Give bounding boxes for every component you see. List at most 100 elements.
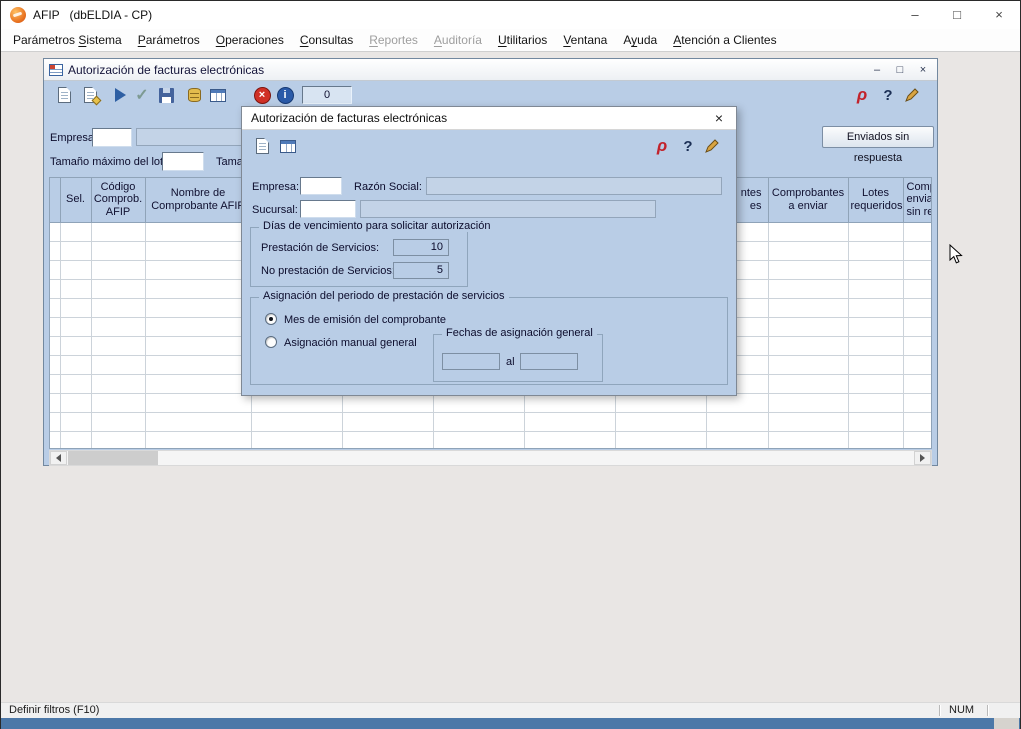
grid-cell — [50, 279, 60, 298]
grid-col-enviados[interactable]: Comproba enviado sin respu — [903, 178, 932, 222]
grid-cell — [768, 222, 848, 241]
grid-cell — [60, 260, 91, 279]
grid-cell — [342, 412, 433, 431]
child-minimize-button[interactable]: – — [868, 64, 886, 76]
empresa-label: Empresa: — [50, 132, 97, 144]
dialog-empresa-input[interactable] — [300, 177, 342, 195]
child-title-bar[interactable]: Autorización de facturas electrónicas – … — [44, 59, 937, 81]
dialog-field-edit-button[interactable] — [700, 134, 724, 158]
grid-cell — [91, 298, 145, 317]
grid-cell — [60, 431, 91, 449]
field-edit-button[interactable] — [900, 83, 924, 107]
scrollbar-thumb[interactable] — [68, 451, 158, 465]
list-icon — [280, 140, 296, 153]
menu-operaciones[interactable]: Operaciones — [208, 29, 292, 51]
grid-col-sel[interactable]: Sel. — [60, 178, 91, 222]
execute-button[interactable] — [108, 83, 132, 107]
grid-cell — [145, 279, 251, 298]
grid-cell — [60, 355, 91, 374]
menu-ventana[interactable]: Ventana — [555, 29, 615, 51]
dialog-autorizacion: Autorización de facturas electrónicas × … — [241, 106, 737, 396]
window-icon — [49, 64, 63, 76]
grid-col-codigo-afip[interactable]: Código Comprob. AFIP — [91, 178, 145, 222]
tamano-maximo-input[interactable] — [162, 152, 204, 171]
grid-cell — [524, 412, 615, 431]
new-record-button[interactable] — [52, 83, 76, 107]
al-label: al — [506, 356, 515, 368]
grid-cell — [848, 336, 903, 355]
grid-cell — [848, 317, 903, 336]
info-button[interactable]: i — [273, 83, 297, 107]
cancel-send-button[interactable]: × — [250, 83, 274, 107]
grid-cell — [903, 393, 932, 412]
resize-grip[interactable] — [994, 718, 1019, 729]
left-arrow-icon — [56, 454, 61, 462]
grid-cell — [145, 260, 251, 279]
grid-col-lotes[interactable]: Lotes requeridos — [848, 178, 903, 222]
save-button[interactable] — [154, 83, 178, 107]
maximize-button[interactable]: □ — [936, 1, 978, 29]
grid-col-a-enviar[interactable]: Comprobantes a enviar — [768, 178, 848, 222]
dialog-close-button[interactable]: × — [702, 107, 736, 130]
grid-cell — [60, 317, 91, 336]
horizontal-scrollbar[interactable] — [49, 450, 932, 466]
radio-mes-emision-label[interactable]: Mes de emisión del comprobante — [284, 314, 446, 326]
child-restore-button[interactable]: □ — [891, 64, 909, 76]
menu-parametros-sistema[interactable]: Parámetros Sistema — [5, 29, 130, 51]
grid-cell — [433, 431, 524, 449]
dialog-filter-button[interactable]: ρ — [650, 134, 674, 158]
batch-button[interactable] — [182, 83, 206, 107]
fecha-hasta-field[interactable] — [520, 353, 578, 370]
pen-icon — [704, 138, 720, 154]
table-row[interactable] — [50, 431, 932, 449]
grid-cell — [768, 260, 848, 279]
grid-col-nombre-afip[interactable]: Nombre de Comprobante AFIP — [145, 178, 251, 222]
menu-consultas[interactable]: Consultas — [292, 29, 361, 51]
edit-record-button[interactable] — [78, 83, 102, 107]
help-button[interactable]: ? — [876, 83, 900, 107]
menu-utilitarios[interactable]: Utilitarios — [490, 29, 555, 51]
no-prestacion-value-field[interactable]: 5 — [393, 262, 449, 279]
dialog-new-button[interactable] — [250, 134, 274, 158]
grid-cell — [768, 412, 848, 431]
sucursal-input[interactable] — [300, 200, 356, 218]
filter-button[interactable]: ρ — [850, 83, 874, 107]
menu-parametros[interactable]: Parámetros — [130, 29, 208, 51]
grid-cell — [848, 222, 903, 241]
menu-atencion-clientes[interactable]: Atención a Clientes — [665, 29, 784, 51]
enviados-sin-respuesta-button[interactable]: Enviados sin respuesta — [822, 126, 934, 148]
save-icon — [159, 88, 174, 103]
empresa-input[interactable] — [92, 128, 132, 147]
grid-cell — [615, 412, 706, 431]
radio-asignacion-manual-label[interactable]: Asignación manual general — [284, 337, 417, 349]
grid-cell — [848, 241, 903, 260]
scroll-left-button[interactable] — [50, 451, 67, 465]
confirm-button[interactable]: ✓ — [130, 83, 154, 107]
menu-reportes: Reportes — [361, 29, 426, 51]
close-button[interactable]: × — [978, 1, 1020, 29]
child-close-button[interactable]: × — [914, 64, 932, 76]
table-row[interactable] — [50, 412, 932, 431]
menu-ayuda[interactable]: Ayuda — [615, 29, 665, 51]
help-icon: ? — [683, 138, 692, 155]
dialog-title-bar[interactable]: Autorización de facturas electrónicas × — [242, 107, 736, 130]
grid-cell — [903, 222, 932, 241]
mouse-cursor — [949, 244, 963, 270]
prestacion-value-field[interactable]: 10 — [393, 239, 449, 256]
grid-cell — [145, 412, 251, 431]
dialog-list-button[interactable] — [276, 134, 300, 158]
grid-cell — [903, 317, 932, 336]
minimize-button[interactable]: – — [894, 1, 936, 29]
radio-mes-emision[interactable] — [265, 313, 277, 325]
grid-cell — [50, 317, 60, 336]
fecha-desde-field[interactable] — [442, 353, 500, 370]
radio-asignacion-manual[interactable] — [265, 336, 277, 348]
grid-cell — [50, 355, 60, 374]
grid-view-button[interactable] — [206, 83, 230, 107]
scroll-right-button[interactable] — [914, 451, 931, 465]
grid-cell — [768, 355, 848, 374]
grid-col-indicator[interactable] — [50, 178, 60, 222]
grid-cell — [903, 260, 932, 279]
dialog-help-button[interactable]: ? — [676, 134, 700, 158]
sucursal-name-field — [360, 200, 656, 218]
